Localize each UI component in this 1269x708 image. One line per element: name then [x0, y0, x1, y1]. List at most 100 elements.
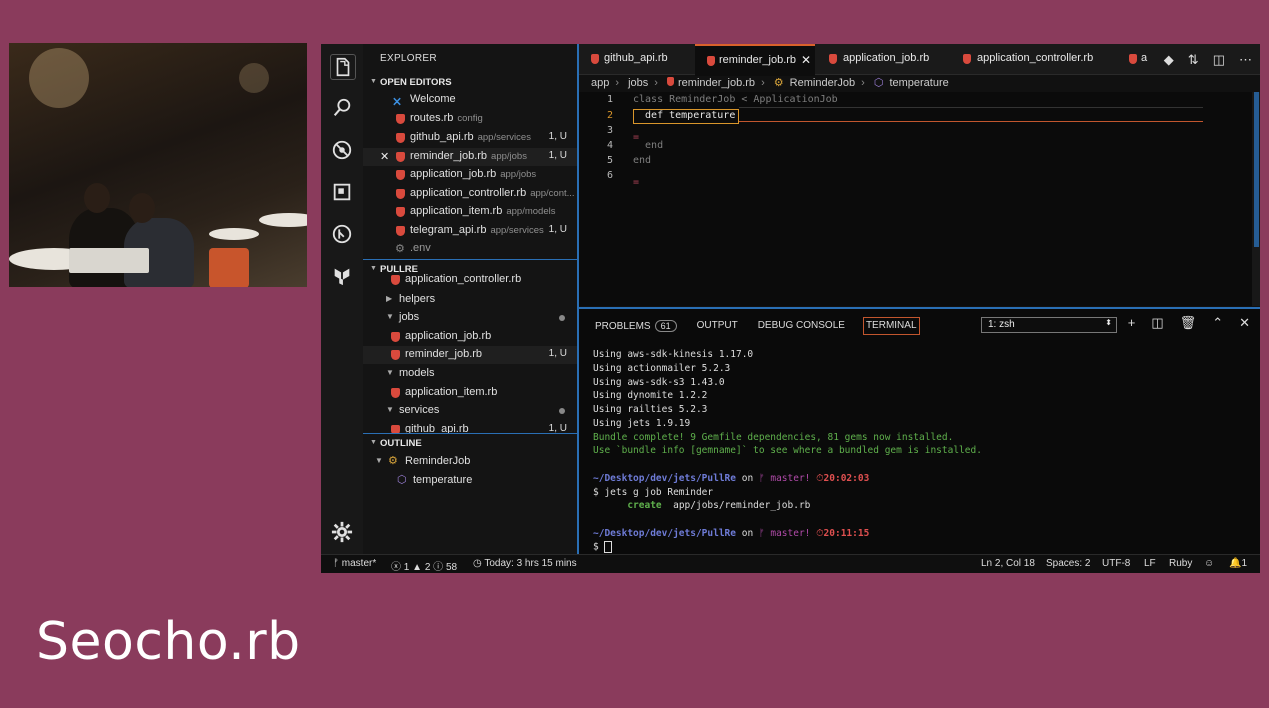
explorer-sidebar: EXPLORER ▼ OPEN EDITORS ⨯ Welcome routes…: [363, 44, 579, 554]
open-editors-header[interactable]: ▼ OPEN EDITORS: [363, 74, 577, 92]
shell-prompt: ~/Desktop/dev/jets/PullRe on ᚠ master! ⏱…: [593, 528, 870, 539]
tree-file[interactable]: github_api.rb 1, U: [363, 421, 577, 433]
git-compare-icon[interactable]: ◆: [1164, 52, 1174, 68]
open-editor-item[interactable]: ⚙ .env: [363, 240, 577, 258]
tab-application-controller[interactable]: application_controller.rb: [951, 44, 1117, 74]
close-panel-icon[interactable]: ✕: [1239, 315, 1250, 331]
no-bugs-icon[interactable]: [330, 138, 354, 162]
method-cube-icon: ⬡: [397, 474, 407, 486]
open-editor-item[interactable]: application_job.rb app/jobs: [363, 166, 577, 184]
current-line-rule: [739, 121, 1203, 122]
cursor-position[interactable]: Ln 2, Col 18: [981, 558, 1035, 569]
info-icon: ⓘ: [433, 562, 444, 573]
open-editor-item[interactable]: application_controller.rb app/cont...: [363, 185, 577, 203]
close-icon[interactable]: ✕: [801, 53, 811, 67]
tab-terminal[interactable]: TERMINAL: [862, 317, 920, 335]
outline-header[interactable]: ▼ OUTLINE: [363, 435, 577, 453]
line-ending[interactable]: LF: [1144, 558, 1156, 569]
open-editor-item-active[interactable]: ✕ reminder_job.rb app/jobs 1, U: [363, 148, 577, 166]
ruby-file-icon: [396, 170, 405, 180]
tree-folder-jobs[interactable]: ▼ jobs: [363, 309, 577, 327]
indentation[interactable]: Spaces: 2: [1046, 558, 1090, 569]
ruby-file-icon: [1129, 54, 1137, 64]
ruby-file-icon: [396, 114, 405, 124]
ruby-file-icon: [391, 388, 400, 398]
encoding[interactable]: UTF-8: [1102, 558, 1130, 569]
notifications[interactable]: 🔔1: [1229, 558, 1247, 569]
open-changes-icon[interactable]: ⇅: [1188, 52, 1199, 68]
feedback-smiley-icon[interactable]: ☺: [1204, 558, 1214, 569]
code-editor-window: EXPLORER ▼ OPEN EDITORS ⨯ Welcome routes…: [321, 44, 1260, 573]
panel-tabs: PROBLEMS 61 OUTPUT DEBUG CONSOLE TERMINAL: [593, 317, 920, 335]
collapse-triangle-icon: ▼: [370, 439, 377, 446]
branch-icon: ᚠ: [758, 473, 771, 484]
open-editor-welcome[interactable]: ⨯ Welcome: [363, 91, 577, 109]
extensions-icon[interactable]: [330, 180, 354, 204]
collapse-triangle-icon: ▼: [370, 78, 377, 85]
bell-icon: 🔔: [1229, 558, 1242, 569]
chevron-right-icon: ▶: [386, 294, 393, 303]
code-line-current: def temperature: [633, 110, 736, 121]
class-icon: ⚙: [388, 455, 398, 467]
tab-problems[interactable]: PROBLEMS 61: [593, 317, 679, 335]
modified-dot: [559, 315, 565, 321]
tree-file-selected[interactable]: reminder_job.rb 1, U: [363, 346, 577, 364]
modified-dot: [559, 408, 565, 414]
tree-folder-services[interactable]: ▼ services: [363, 402, 577, 420]
tab-output[interactable]: OUTPUT: [695, 317, 740, 335]
tree-file[interactable]: application_job.rb: [363, 328, 577, 346]
editor-scrollbar[interactable]: [1252, 92, 1260, 306]
add-terminal-icon[interactable]: +: [1128, 315, 1136, 331]
close-icon[interactable]: ✕: [380, 150, 389, 163]
tab-application-job[interactable]: application_job.rb: [817, 44, 949, 74]
time-tracker[interactable]: ◷ Today: 3 hrs 15 mins: [473, 558, 577, 569]
language-mode[interactable]: Ruby: [1169, 558, 1192, 569]
ruby-file-icon: [396, 207, 405, 217]
settings-gear-icon[interactable]: [330, 520, 354, 544]
terminal-select[interactable]: 1: zsh ⬍: [981, 317, 1117, 333]
explorer-title: EXPLORER: [380, 53, 437, 64]
ruby-file-icon: [396, 189, 405, 199]
bottom-panel: PROBLEMS 61 OUTPUT DEBUG CONSOLE TERMINAL…: [579, 307, 1260, 556]
warning-icon: ▲: [412, 562, 423, 573]
outline-class[interactable]: ▼ ⚙ ReminderJob: [363, 453, 577, 471]
ruby-file-icon: [396, 226, 405, 236]
tree-folder-models[interactable]: ▼ models: [363, 365, 577, 383]
terraform-icon[interactable]: [330, 264, 354, 288]
outline-method[interactable]: ⬡ temperature: [363, 472, 577, 490]
tab-overflow[interactable]: a: [1119, 44, 1149, 74]
open-editor-item[interactable]: routes.rb config: [363, 110, 577, 128]
tree-file[interactable]: application_controller.rb: [363, 273, 577, 287]
section-divider: [363, 259, 577, 260]
tab-debug-console[interactable]: DEBUG CONSOLE: [756, 317, 847, 335]
tree-folder-helpers[interactable]: ▶ helpers: [363, 291, 577, 309]
open-editor-item[interactable]: application_item.rb app/models: [363, 203, 577, 221]
code-line: end: [633, 155, 652, 166]
tree-file[interactable]: application_item.rb: [363, 384, 577, 402]
split-terminal-icon[interactable]: ◫: [1151, 315, 1163, 331]
activity-bar: [321, 44, 364, 554]
tab-reminder-job[interactable]: reminder_job.rb ✕: [695, 44, 815, 76]
problems-status[interactable]: ⓧ 1 ▲ 2 ⓘ 58: [391, 558, 457, 573]
editor-actions: ◆ ⇅ ◫ ⋯: [1164, 52, 1252, 68]
split-editor-icon[interactable]: ◫: [1213, 52, 1225, 68]
error-icon: ⓧ: [391, 562, 401, 573]
branch-status[interactable]: ᚠ master*: [333, 558, 376, 569]
git-change-marker: =: [633, 132, 640, 143]
chevron-up-icon[interactable]: ⌃: [1212, 315, 1223, 331]
speaker-video: [9, 43, 307, 287]
files-icon[interactable]: [330, 54, 356, 80]
open-editor-item[interactable]: telegram_api.rb app/services 1, U: [363, 222, 577, 240]
source-control-icon[interactable]: [330, 222, 354, 246]
more-actions-icon[interactable]: ⋯: [1239, 52, 1252, 68]
branch-icon: ᚠ: [758, 528, 771, 539]
tab-github-api[interactable]: github_api.rb: [579, 44, 693, 74]
clock-icon: ◷: [473, 558, 482, 569]
branch-icon: ᚠ: [333, 558, 339, 569]
open-editor-item[interactable]: github_api.rb app/services 1, U: [363, 129, 577, 147]
chevron-down-icon: ▼: [375, 456, 383, 465]
trash-icon[interactable]: 🗑: [1180, 315, 1197, 331]
search-icon[interactable]: [330, 96, 354, 120]
ruby-file-icon: [396, 152, 405, 162]
code-editor[interactable]: 1 2 3 4 5 6 class ReminderJob < Applicat…: [579, 92, 1260, 306]
